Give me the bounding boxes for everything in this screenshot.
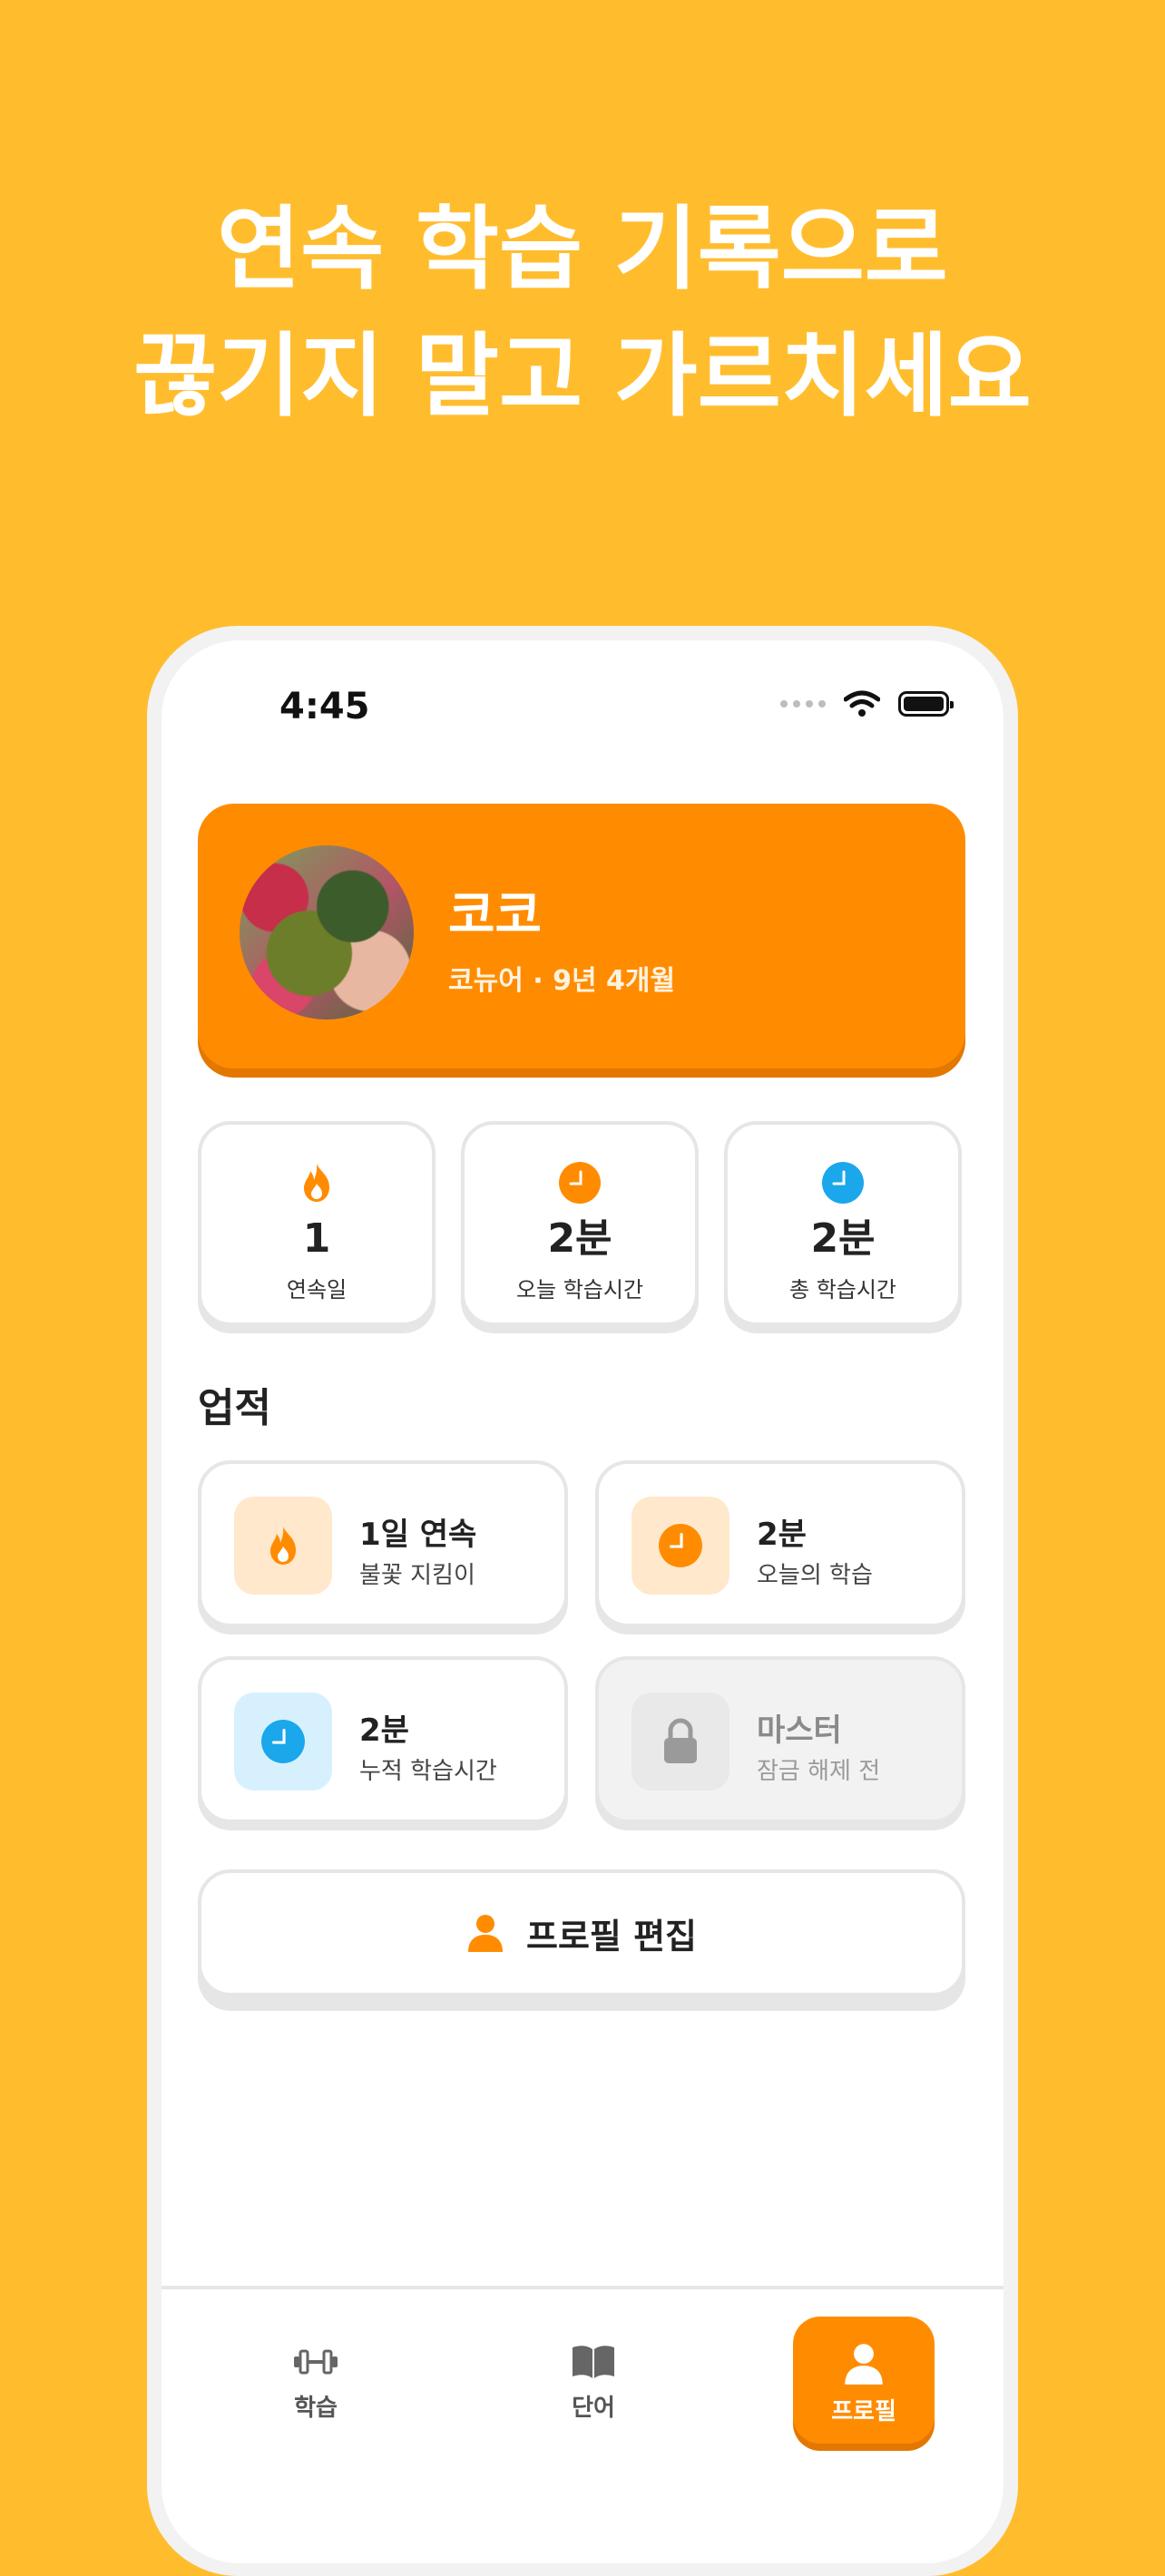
- stat-value: 1: [302, 1215, 331, 1262]
- achievement-title: 1일 연속: [359, 1517, 477, 1553]
- tab-learn[interactable]: 학습: [245, 2317, 387, 2444]
- signal-icon: [780, 700, 826, 707]
- stat-label: 연속일: [286, 1277, 348, 1303]
- status-time: 4:45: [279, 686, 370, 727]
- pet-name: 코코: [448, 886, 543, 945]
- pet-avatar: [240, 845, 414, 1020]
- tab-profile[interactable]: 프로필: [793, 2317, 935, 2444]
- phone-frame: 4:45 코코 코뉴어 · 9년 4개월 1 연속일 2분 오늘 학습시간 2분…: [147, 626, 1018, 2576]
- flame-icon: [304, 1164, 329, 1202]
- person-icon: [467, 1915, 503, 1952]
- achievement-subtitle: 불꽃 지킴이: [359, 1562, 475, 1589]
- achievement-subtitle: 오늘의 학습: [757, 1562, 873, 1589]
- achievement-icon-box: [234, 1693, 332, 1791]
- achievement-icon-box: [631, 1693, 729, 1791]
- achievement-title: 마스터: [757, 1712, 842, 1749]
- stat-value: 2분: [547, 1215, 612, 1262]
- tab-label: 학습: [294, 2395, 338, 2422]
- achievement-icon-box: [631, 1497, 729, 1595]
- stat-card-total: 2분 총 학습시간: [724, 1121, 962, 1326]
- clock-blue-icon: [261, 1720, 305, 1763]
- achievement-icon-box: [234, 1497, 332, 1595]
- headline-line-2: 끊기지 말고 가르치세요: [133, 323, 1032, 429]
- tab-label: 프로필: [831, 2398, 896, 2425]
- achievement-title: 2분: [359, 1712, 409, 1749]
- tab-bar: 학습 단어 프로필: [162, 2286, 1003, 2563]
- lock-icon: [664, 1718, 697, 1763]
- dumbbell-icon: [294, 2349, 338, 2375]
- clock-orange-icon: [659, 1524, 702, 1567]
- achievement-today[interactable]: 2분 오늘의 학습: [595, 1460, 965, 1627]
- stat-label: 오늘 학습시간: [515, 1277, 644, 1303]
- achievement-title: 2분: [757, 1517, 807, 1553]
- person-icon: [845, 2344, 883, 2385]
- clock-orange-icon: [559, 1162, 601, 1204]
- achievements-title: 업적: [198, 1385, 271, 1431]
- achievement-master-locked[interactable]: 마스터 잠금 해제 전: [595, 1656, 965, 1823]
- achievement-subtitle: 누적 학습시간: [359, 1758, 497, 1785]
- stat-card-today: 2분 오늘 학습시간: [461, 1121, 699, 1326]
- stat-value: 2분: [810, 1215, 876, 1262]
- wifi-icon: [844, 690, 880, 717]
- achievement-subtitle: 잠금 해제 전: [757, 1758, 881, 1785]
- edit-profile-label: 프로필 편집: [525, 1916, 698, 1956]
- edit-profile-button[interactable]: 프로필 편집: [198, 1869, 965, 1996]
- profile-card: 코코 코뉴어 · 9년 4개월: [198, 804, 965, 1068]
- pet-subtitle: 코뉴어 · 9년 4개월: [448, 965, 676, 997]
- achievement-streak[interactable]: 1일 연속 불꽃 지킴이: [198, 1460, 568, 1627]
- book-icon: [573, 2346, 614, 2378]
- stat-label: 총 학습시간: [788, 1277, 897, 1303]
- stat-card-streak: 1 연속일: [198, 1121, 436, 1326]
- tab-words[interactable]: 단어: [523, 2317, 664, 2444]
- status-icons: [780, 690, 954, 717]
- app-screen: 4:45 코코 코뉴어 · 9년 4개월 1 연속일 2분 오늘 학습시간 2분…: [162, 640, 1003, 2563]
- clock-blue-icon: [822, 1162, 864, 1204]
- flame-icon: [270, 1527, 296, 1565]
- achievement-total[interactable]: 2분 누적 학습시간: [198, 1656, 568, 1823]
- tab-label: 단어: [572, 2395, 615, 2422]
- battery-icon: [898, 691, 954, 717]
- headline-line-1: 연속 학습 기록으로: [217, 196, 948, 302]
